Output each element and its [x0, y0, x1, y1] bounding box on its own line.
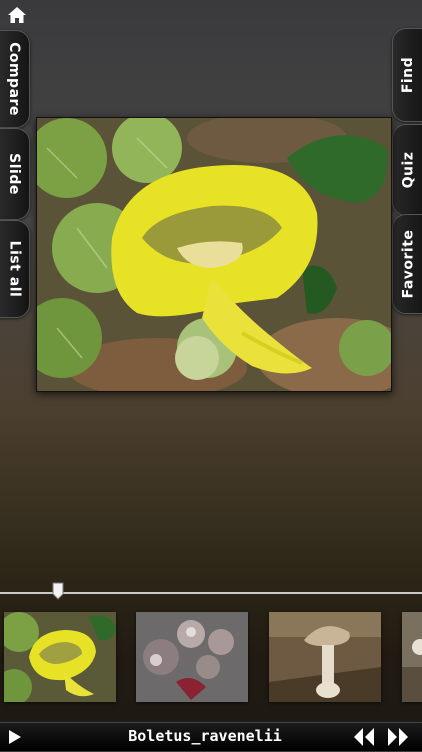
rewind-icon [354, 728, 374, 746]
home-button[interactable] [4, 4, 30, 26]
compare-tab-label: Compare [6, 42, 23, 116]
find-tab[interactable]: Find [392, 28, 422, 122]
thumbnail-item[interactable] [136, 612, 248, 702]
thumbnail-image [136, 612, 248, 702]
list-all-tab-label: List all [6, 240, 23, 298]
thumbnail-image [269, 612, 381, 702]
slide-tab[interactable]: Slide [0, 128, 30, 220]
thumbnail-item[interactable] [269, 612, 381, 702]
favorite-tab-label: Favorite [400, 229, 417, 299]
slide-tab-label: Slide [6, 153, 23, 195]
play-button[interactable] [8, 729, 22, 745]
previous-button[interactable] [352, 726, 376, 748]
next-button[interactable] [386, 726, 410, 748]
fast-forward-icon [388, 728, 408, 746]
thumbnail-item[interactable] [402, 612, 422, 702]
mushroom-photo-image [37, 118, 391, 391]
play-icon [9, 730, 21, 744]
favorite-tab[interactable]: Favorite [392, 214, 422, 314]
bottom-bar: Boletus_ravenelii [0, 722, 422, 751]
list-all-tab[interactable]: List all [0, 220, 30, 318]
thumbnail-image [402, 612, 422, 702]
slider-thumb[interactable] [52, 582, 64, 600]
quiz-tab-label: Quiz [400, 151, 417, 189]
mushroom-photo[interactable] [36, 117, 392, 392]
thumbnail-image [4, 612, 116, 702]
species-name: Boletus_ravenelii [128, 727, 282, 745]
thumbnail-strip [0, 612, 422, 704]
compare-tab[interactable]: Compare [0, 30, 30, 128]
home-icon [8, 7, 26, 23]
quiz-tab[interactable]: Quiz [392, 124, 422, 216]
find-tab-label: Find [400, 56, 417, 94]
slider-thumb-icon [52, 582, 64, 600]
thumbnail-item[interactable] [4, 612, 116, 702]
